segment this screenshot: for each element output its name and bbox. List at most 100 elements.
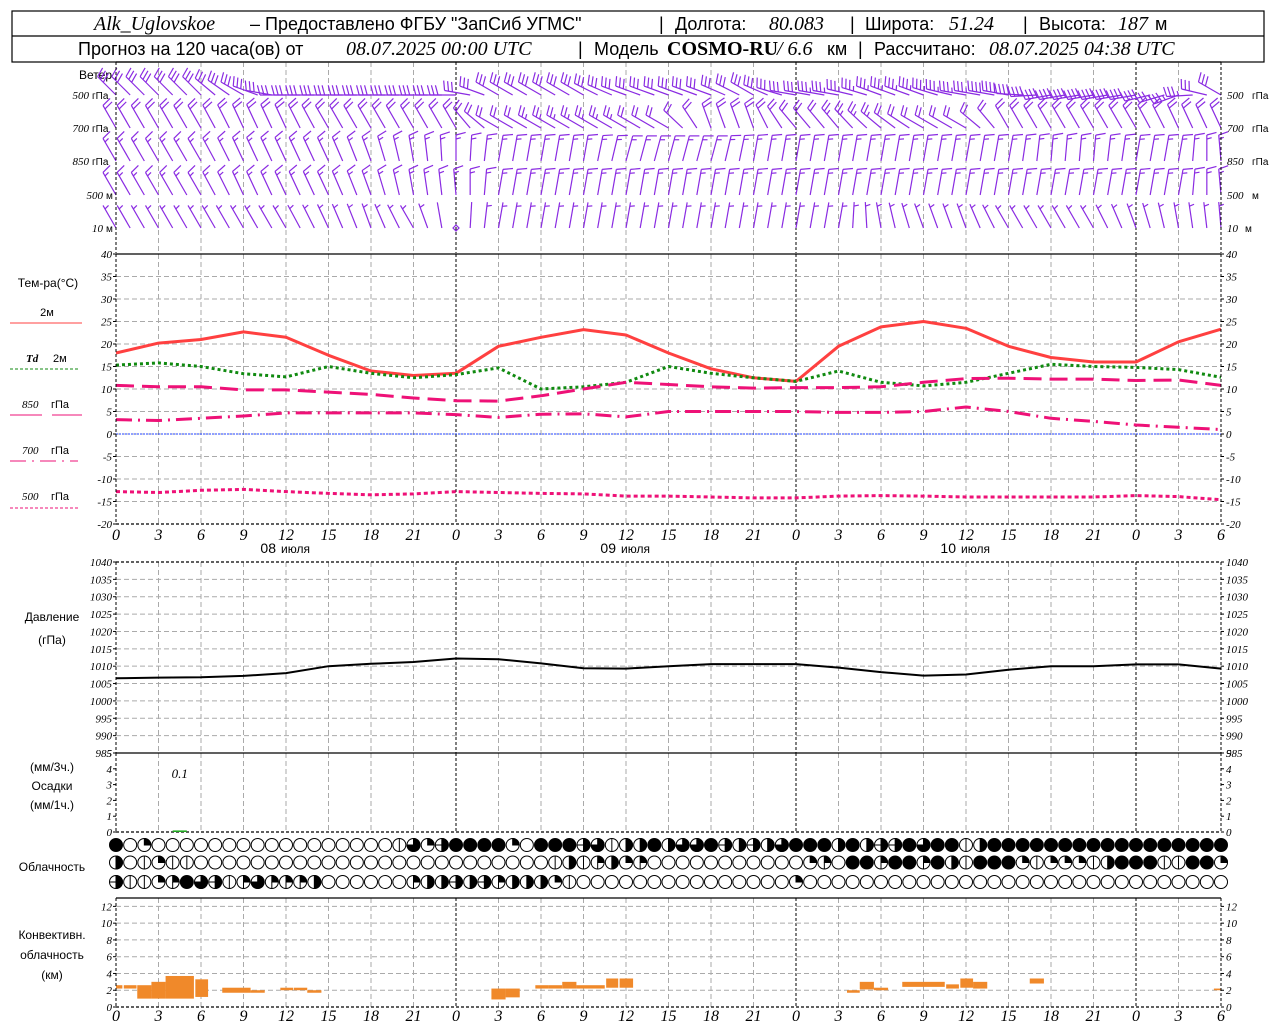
cloud-cover-icon xyxy=(859,855,874,870)
cloud-fill xyxy=(526,874,534,890)
barb-half xyxy=(1067,204,1073,210)
wind-barb xyxy=(1177,133,1194,162)
cloud-circle xyxy=(987,838,1002,852)
wind-barb xyxy=(1095,204,1109,229)
barb-full xyxy=(313,85,318,96)
barb-full xyxy=(170,70,177,80)
barb-half xyxy=(290,171,296,176)
cloud-circle xyxy=(264,838,279,852)
legend-td-label: 2м xyxy=(53,353,67,365)
wind-barb xyxy=(639,202,650,229)
cloud-fill xyxy=(1050,855,1059,863)
barb-full xyxy=(459,76,462,87)
convective-cloud-bar xyxy=(1029,978,1044,984)
barb-full xyxy=(317,85,322,96)
cloud-cover-icon xyxy=(1086,838,1101,852)
convective-cloud-bar xyxy=(137,985,152,999)
wind-barb xyxy=(710,135,728,162)
wind-barb xyxy=(274,130,287,162)
wind-barb xyxy=(483,133,498,162)
cloud-cover-icon xyxy=(548,838,563,852)
cloud-circle xyxy=(364,855,378,870)
wind-barb xyxy=(1079,204,1095,229)
cloud-circle xyxy=(817,875,832,889)
convective-cloud-bar xyxy=(123,985,137,989)
cloud-cover-icon xyxy=(760,855,775,870)
wind-barb xyxy=(1206,165,1217,195)
cloud-cover-icon xyxy=(874,875,888,889)
cloud-cover-icon xyxy=(760,837,775,853)
pressure-unit: (гПа) xyxy=(38,633,66,647)
barb-full xyxy=(466,78,469,89)
wind-level-label-right-num: 700 xyxy=(1227,123,1244,135)
cloud-circle xyxy=(1086,875,1101,889)
barb-full xyxy=(743,74,746,85)
temperature-tick-label-left: -20 xyxy=(97,519,112,531)
cloud-circle xyxy=(1214,875,1228,889)
convective-cloud-bar xyxy=(619,978,634,988)
barb-full xyxy=(532,105,536,116)
cloud-cover-icon xyxy=(137,875,152,889)
pressure-title: Давление xyxy=(25,610,80,624)
cloud-circle xyxy=(1171,838,1186,852)
wind-barb xyxy=(483,202,492,229)
cloud-cover-icon xyxy=(647,838,662,852)
cloud-circle xyxy=(774,855,789,870)
barb-half xyxy=(147,171,152,177)
cloud-circle xyxy=(236,855,251,870)
barb-full xyxy=(302,130,312,138)
barb-full xyxy=(1069,167,1080,170)
barb-half xyxy=(376,204,381,209)
wind-barb xyxy=(1022,167,1038,196)
cloud-circle xyxy=(335,838,350,852)
wind-barb xyxy=(111,67,131,96)
barb-full xyxy=(746,76,750,87)
barb-full xyxy=(116,73,123,83)
barb-full xyxy=(559,167,570,170)
cloud-circle xyxy=(760,855,775,870)
cloud-circle xyxy=(519,838,534,852)
barb-half xyxy=(402,204,407,210)
wind-barb xyxy=(159,97,174,129)
cloud-cover-icon xyxy=(590,875,605,889)
barb-full xyxy=(256,85,261,96)
barb-full xyxy=(232,76,235,87)
cloud-cover-icon xyxy=(647,855,662,870)
x-tick-label-temp: 6 xyxy=(877,527,885,544)
wind-barb xyxy=(1022,133,1037,162)
cloud-fill xyxy=(413,874,421,883)
wind-barb xyxy=(901,202,910,229)
x-tick-label-temp: 6 xyxy=(197,527,205,544)
cloud-circle xyxy=(406,855,421,870)
wind-barb xyxy=(1065,97,1080,129)
barb-full xyxy=(502,133,514,136)
barb-full xyxy=(573,167,584,170)
barb-half xyxy=(853,110,857,116)
wind-barb xyxy=(781,167,797,196)
barb-full xyxy=(905,78,909,89)
temperature-tick-label-right: 0 xyxy=(1226,429,1232,441)
barb-full xyxy=(535,107,540,118)
cloud-cover-icon xyxy=(378,875,393,889)
barb-full xyxy=(478,107,483,118)
cloud-cover-icon xyxy=(1129,838,1143,852)
cloud-cover-icon xyxy=(109,855,123,870)
wind-barb xyxy=(834,100,854,129)
barb-full xyxy=(629,76,632,87)
barb-full xyxy=(393,164,403,171)
x-tick-label-temp: 9 xyxy=(580,527,588,544)
barb-full xyxy=(871,133,882,136)
temperature-tick-label-left: 0 xyxy=(107,429,113,441)
wind-barb xyxy=(1137,97,1151,129)
barb-half xyxy=(419,203,425,208)
barb-full xyxy=(873,102,879,113)
barb-half xyxy=(132,171,138,177)
barb-full xyxy=(594,77,598,88)
barb-full xyxy=(819,81,822,92)
cloud-cover-icon xyxy=(321,875,336,889)
wind-barb xyxy=(1064,167,1080,196)
cloud-cover-icon xyxy=(930,875,945,889)
barb-half xyxy=(1025,204,1030,210)
temperature-tick-label-left: 20 xyxy=(101,339,113,351)
barb-full xyxy=(828,133,839,136)
